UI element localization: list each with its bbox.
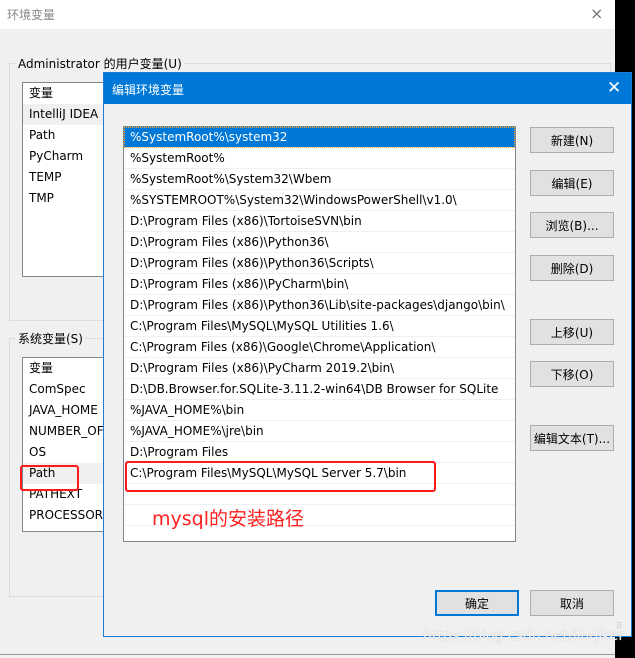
move-up-button[interactable]: 上移(U): [530, 319, 614, 345]
delete-button[interactable]: 删除(D): [530, 255, 614, 281]
window-titlebar: 环境变量 ×: [0, 0, 615, 29]
path-item[interactable]: D:\Program Files (x86)\Python36\Lib\site…: [124, 295, 515, 316]
path-item[interactable]: D:\Program Files (x86)\PyCharm\bin\: [124, 274, 515, 295]
edit-button[interactable]: 编辑(E): [530, 170, 614, 196]
system-vars-label: 系统变量(S): [16, 330, 85, 347]
path-item[interactable]: D:\DB.Browser.for.SQLite-3.11.2-win64\DB…: [124, 379, 515, 400]
close-icon[interactable]: ×: [590, 4, 603, 23]
path-item[interactable]: D:\Program Files (x86)\Python36\Scripts\: [124, 253, 515, 274]
window-title: 环境变量: [7, 8, 56, 22]
new-button[interactable]: 新建(N): [530, 127, 614, 153]
watermark: https://blog.csdn.net/liuqiker: [423, 628, 625, 644]
divider: [0, 654, 615, 655]
dialog-titlebar: 编辑环境变量 ✕: [104, 73, 631, 104]
path-item[interactable]: %SystemRoot%: [124, 148, 515, 169]
edit-env-var-dialog: 编辑环境变量 ✕ %SystemRoot%\system32 %SystemRo…: [103, 72, 632, 637]
move-down-button[interactable]: 下移(O): [530, 361, 614, 387]
path-item[interactable]: %JAVA_HOME%\jre\bin: [124, 421, 515, 442]
path-item-selected[interactable]: %SystemRoot%\system32: [124, 127, 515, 148]
edit-text-button[interactable]: 编辑文本(T)...: [530, 425, 614, 451]
path-item[interactable]: D:\Program Files (x86)\TortoiseSVN\bin: [124, 211, 515, 232]
path-item[interactable]: C:\Program Files\MySQL\MySQL Utilities 1…: [124, 316, 515, 337]
annotation-text: mysql的安装路径: [152, 508, 304, 530]
browse-button[interactable]: 浏览(B)...: [530, 212, 614, 238]
path-item[interactable]: %SystemRoot%\System32\Wbem: [124, 169, 515, 190]
path-item[interactable]: D:\Program Files (x86)\Python36\: [124, 232, 515, 253]
user-vars-label: Administrator 的用户变量(U): [16, 55, 184, 72]
dialog-title: 编辑环境变量: [112, 83, 185, 97]
path-item[interactable]: %JAVA_HOME%\bin: [124, 400, 515, 421]
path-item[interactable]: D:\Program Files: [124, 442, 515, 463]
path-item[interactable]: %SYSTEMROOT%\System32\WindowsPowerShell\…: [124, 190, 515, 211]
path-item[interactable]: D:\Program Files (x86)\PyCharm 2019.2\bi…: [124, 358, 515, 379]
mysql-path-highlight-box: [125, 461, 436, 492]
ok-button[interactable]: 确定: [435, 590, 519, 616]
close-icon[interactable]: ✕: [607, 78, 621, 98]
path-item[interactable]: C:\Program Files (x86)\Google\Chrome\App…: [124, 337, 515, 358]
cancel-button[interactable]: 取消: [530, 590, 614, 616]
path-highlight-box: [20, 465, 79, 491]
